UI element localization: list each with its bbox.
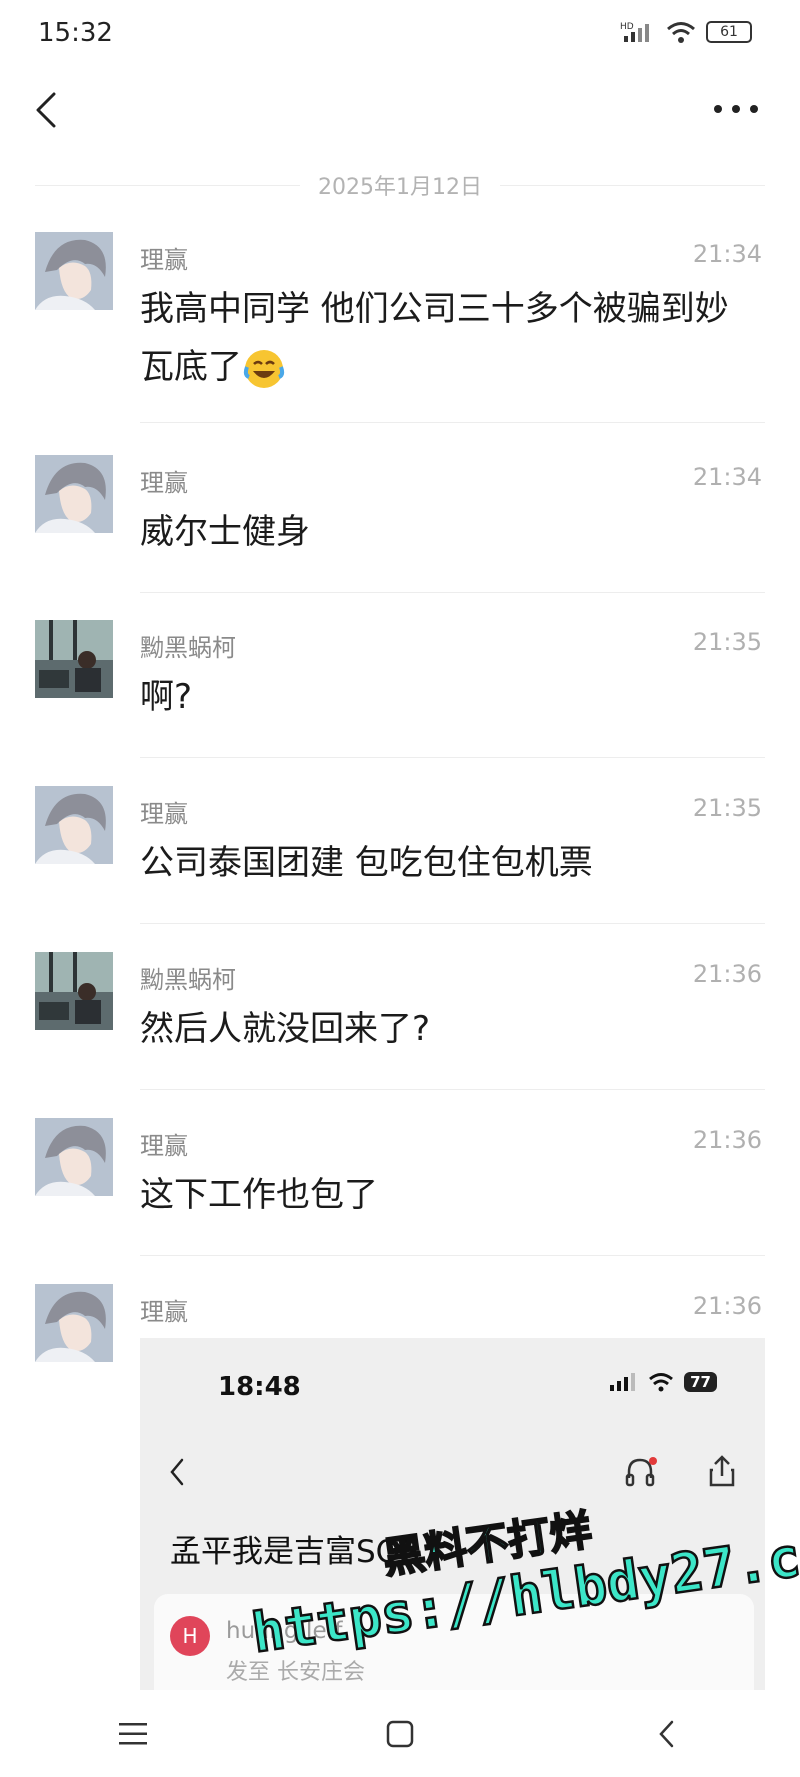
divider-line [35,184,301,186]
status-time: 15:32 [38,18,113,48]
avatar: H [170,1616,210,1656]
message-time: 21:34 [692,463,762,491]
message-divider [140,592,765,593]
message-body: 我高中同学 他们公司三十多个被骗到妙瓦底了 [140,289,729,387]
message-divider [140,1255,765,1256]
share-icon [709,1455,735,1487]
status-icons: HD 61 [620,20,752,44]
menu-button[interactable] [73,1704,193,1764]
battery-level: 61 [720,24,738,40]
date-separator: 2025年1月12日 [35,168,766,202]
menu-icon [119,1722,148,1744]
sender-name: 理赢 [140,800,188,828]
system-navigation-bar [0,1690,800,1777]
message-time: 21:36 [692,1126,762,1154]
wifi-icon [649,1373,674,1392]
anime-boy-avatar[interactable] [35,786,113,864]
back-button[interactable] [28,88,68,132]
message-divider [140,923,765,924]
signal-icon: HD [620,22,649,42]
anime-boy-avatar[interactable] [35,455,113,533]
date-label: 2025年1月12日 [318,175,482,200]
message-time: 21:35 [692,794,762,822]
sender-name: 黝黑蜗柯 [140,966,236,994]
wifi-icon [667,22,695,43]
back-arrow-icon [658,1720,673,1747]
home-button[interactable] [340,1704,460,1764]
message-text: 我高中同学 他们公司三十多个被骗到妙瓦底了 [140,280,760,396]
signal-icon [610,1373,636,1391]
sender-name: 理赢 [140,1298,188,1326]
sender-name: 理赢 [140,469,188,497]
anime-boy-avatar[interactable] [35,232,113,310]
message-text: 啊? [140,677,193,717]
home-square-icon [386,1720,414,1747]
message-time: 21:36 [692,1292,762,1320]
anime-boy-avatar[interactable] [35,1118,113,1196]
sender-name: 黝黑蜗柯 [140,634,236,662]
message-text: 然后人就没回来了? [140,1009,431,1049]
back-icon [170,1458,184,1486]
message-text: 公司泰国团建 包吃包住包机票 [140,843,593,883]
message-divider [140,422,765,423]
screenshot-status-time: 18:48 [218,1372,301,1402]
message-text: 威尔士健身 [140,512,310,552]
battery-icon: 61 [706,21,752,43]
more-options-icon[interactable] [712,98,760,120]
message-time: 21:36 [692,960,762,988]
sender-name: 理赢 [140,1132,188,1160]
status-bar: 15:32 HD 61 [0,0,800,70]
headphones-icon [625,1457,657,1487]
person-at-desk-avatar[interactable] [35,952,113,1030]
screenshot-status-icons: 77 [610,1372,717,1392]
system-back-button[interactable] [607,1704,727,1764]
message-text: 这下工作也包了 [140,1175,378,1215]
svg-text:HD: HD [620,22,634,32]
chat-header [0,70,800,150]
message-time: 21:35 [692,628,762,656]
laughing-crying-emoji [243,349,285,388]
person-at-desk-avatar[interactable] [35,620,113,698]
message-divider [140,757,765,758]
divider-line [500,184,766,186]
anime-boy-avatar[interactable] [35,1284,113,1362]
message-time: 21:34 [692,240,762,268]
message-divider [140,1089,765,1090]
sender-name: 理赢 [140,246,188,274]
battery-icon: 77 [684,1372,717,1392]
